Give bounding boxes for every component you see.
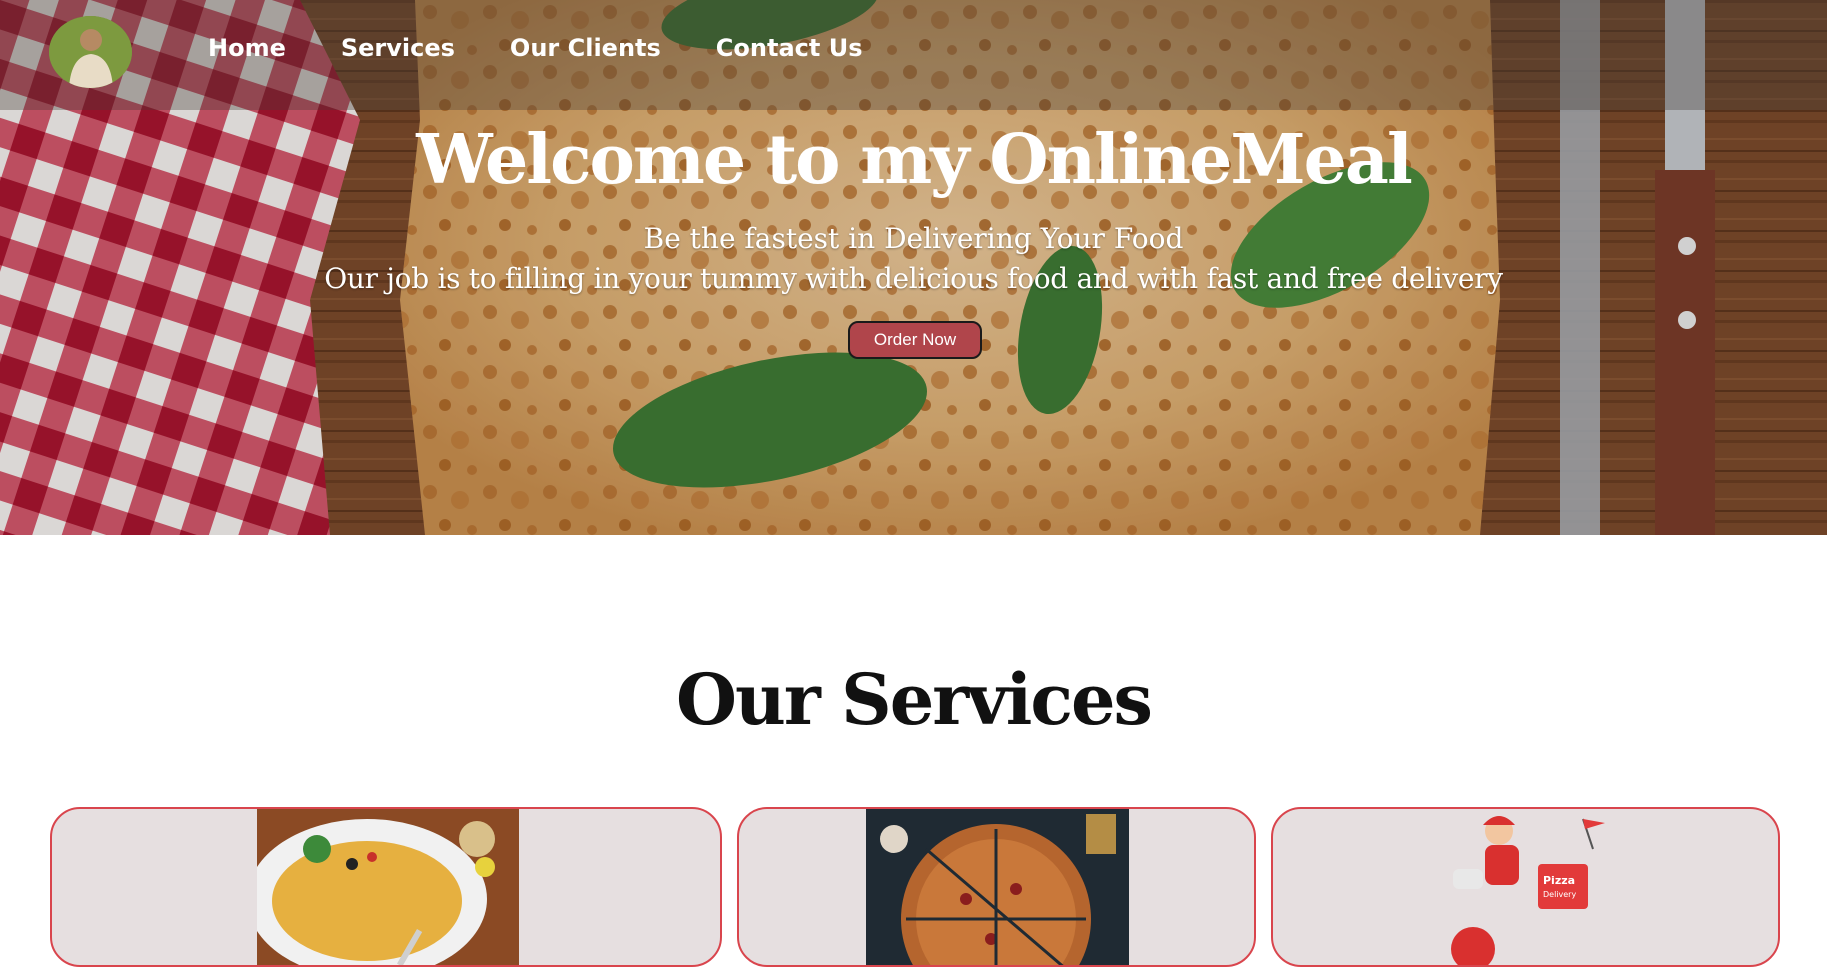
- order-now-button[interactable]: Order Now: [848, 321, 982, 359]
- avatar-logo[interactable]: [49, 16, 132, 88]
- service-card-1[interactable]: [50, 807, 722, 967]
- sliced-pizza-image: [866, 809, 1129, 965]
- hero-subtitle-2: Our job is to filling in your tummy with…: [324, 262, 1503, 295]
- person-avatar-icon: [49, 16, 132, 88]
- pizza-delivery-scooter-image: Pizza Delivery: [1451, 816, 1605, 965]
- hero-subtitle-1: Be the fastest in Delivering Your Food: [643, 222, 1184, 255]
- omelette-plate-image: [257, 809, 519, 965]
- service-card-2[interactable]: [737, 807, 1256, 967]
- nav-link-contact-us[interactable]: Contact Us: [716, 34, 863, 62]
- hero-title: Welcome to my OnlineMeal: [416, 120, 1413, 200]
- nav-links: Home Services Our Clients Contact Us: [208, 34, 862, 62]
- nav-link-our-clients[interactable]: Our Clients: [510, 34, 661, 62]
- top-navbar: Home Services Our Clients Contact Us: [0, 0, 1827, 110]
- hero-section: Home Services Our Clients Contact Us Wel…: [0, 0, 1827, 535]
- svg-text:Delivery: Delivery: [1543, 890, 1576, 899]
- nav-link-home[interactable]: Home: [208, 34, 286, 62]
- service-card-3[interactable]: Pizza Delivery: [1271, 807, 1780, 967]
- nav-link-services[interactable]: Services: [341, 34, 455, 62]
- pizza-delivery-badge: Pizza: [1543, 874, 1575, 887]
- services-title: Our Services: [676, 658, 1153, 741]
